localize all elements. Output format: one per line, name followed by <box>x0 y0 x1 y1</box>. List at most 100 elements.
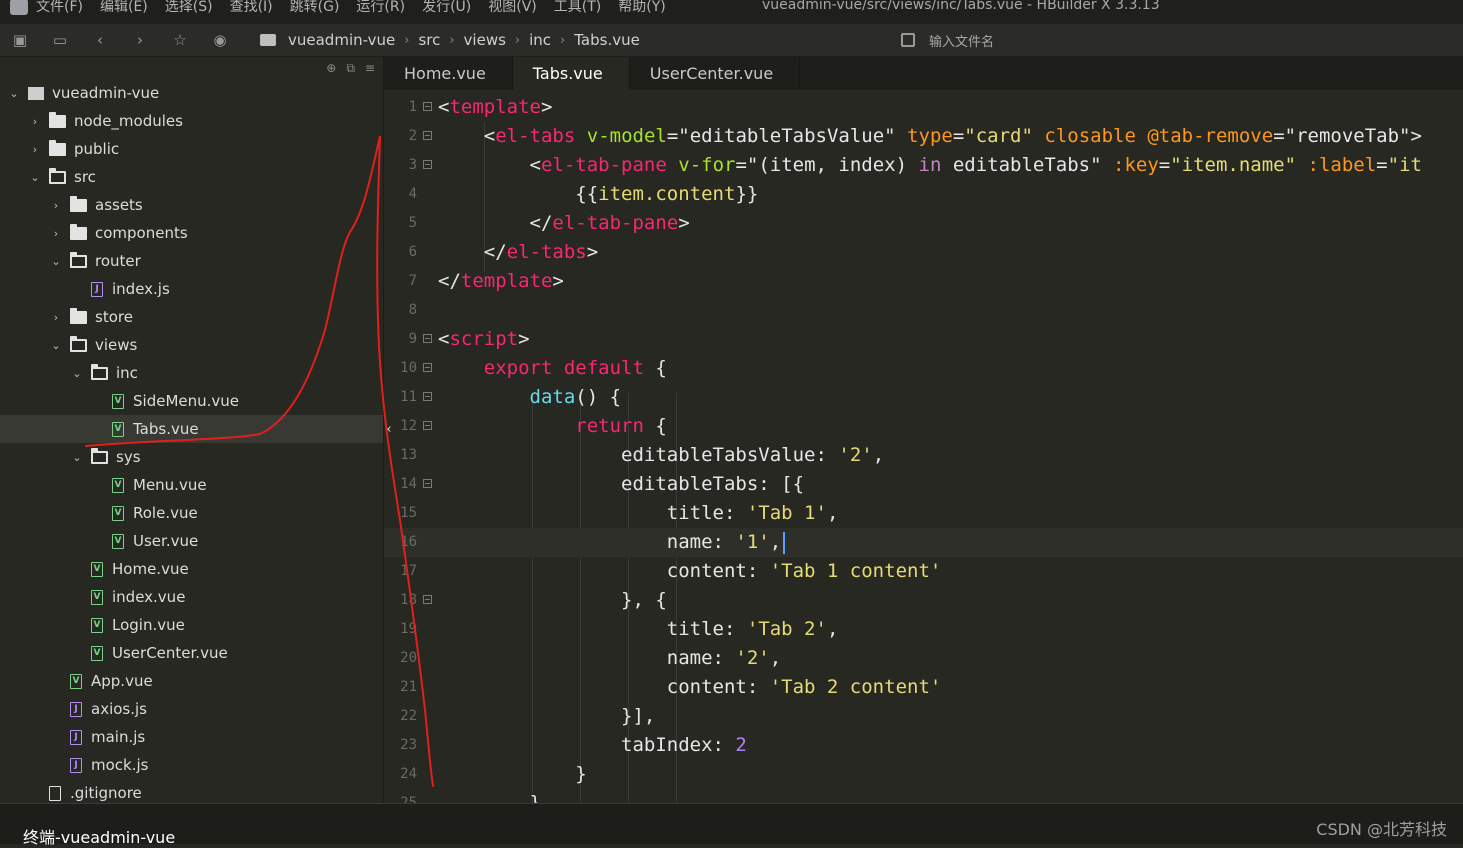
menu-item[interactable]: 帮助(Y) <box>618 0 665 16</box>
breadcrumb-item[interactable]: Tabs.vue <box>574 31 640 49</box>
terminal-tab[interactable]: 终端-vueadmin-vue <box>23 824 175 848</box>
file-search-input[interactable]: 输入文件名 <box>895 28 1463 52</box>
breadcrumb-item[interactable]: src <box>418 31 440 49</box>
code-line[interactable]: 10 export default { <box>384 354 1463 383</box>
code-line[interactable]: 21 content: 'Tab 2 content' <box>384 673 1463 702</box>
chevron-right-icon[interactable]: › <box>50 199 62 212</box>
fold-toggle-icon[interactable] <box>423 102 432 111</box>
code-line[interactable]: 24 } <box>384 760 1463 789</box>
tree-item[interactable]: ›Jindex.js <box>0 275 383 303</box>
tree-item[interactable]: ›VApp.vue <box>0 667 383 695</box>
tree-item[interactable]: › public <box>0 135 383 163</box>
locate-icon[interactable]: ⊕ <box>326 61 336 76</box>
chevron-down-icon[interactable]: ⌄ <box>71 451 83 464</box>
back-icon[interactable]: ‹ <box>91 31 109 49</box>
menu-item[interactable]: 查找(I) <box>230 0 273 16</box>
chevron-right-icon[interactable]: › <box>29 115 41 128</box>
editor-tab[interactable]: Tabs.vue <box>512 57 630 90</box>
tree-item[interactable]: ⌄ sys <box>0 443 383 471</box>
tree-item[interactable]: ›VHome.vue <box>0 555 383 583</box>
breadcrumb-item[interactable]: vueadmin-vue <box>288 31 395 49</box>
code-line[interactable]: 8 <box>384 296 1463 325</box>
code-line[interactable]: 11 data() { <box>384 383 1463 412</box>
code-line[interactable]: 12 return { <box>384 412 1463 441</box>
tree-item[interactable]: › store <box>0 303 383 331</box>
code-line[interactable]: 5 </el-tab-pane> <box>384 209 1463 238</box>
breadcrumb-item[interactable]: views <box>464 31 506 49</box>
code-line[interactable]: 19 title: 'Tab 2', <box>384 615 1463 644</box>
code-line[interactable]: 18 }, { <box>384 586 1463 615</box>
code-line[interactable]: 4 {{item.content}} <box>384 180 1463 209</box>
tree-item[interactable]: ›VLogin.vue <box>0 611 383 639</box>
code-line[interactable]: 1 <template> <box>384 93 1463 122</box>
fold-toggle-icon[interactable] <box>423 392 432 401</box>
tree-item[interactable]: ›Vindex.vue <box>0 583 383 611</box>
code-line[interactable]: 14 editableTabs: [{ <box>384 470 1463 499</box>
code-line[interactable]: 6 </el-tabs> <box>384 238 1463 267</box>
chevron-down-icon[interactable]: ⌄ <box>29 171 41 184</box>
save-icon[interactable]: ▭ <box>51 31 69 49</box>
code-line[interactable]: 20 name: '2', <box>384 644 1463 673</box>
code-line[interactable]: 13 editableTabsValue: '2', <box>384 441 1463 470</box>
menu-item[interactable]: 编辑(E) <box>100 0 148 16</box>
code-line[interactable]: 3 <el-tab-pane v-for="(item, index) in e… <box>384 151 1463 180</box>
tree-item[interactable]: ⌄ inc <box>0 359 383 387</box>
forward-icon[interactable]: › <box>131 31 149 49</box>
chevron-right-icon[interactable]: › <box>50 227 62 240</box>
code-line[interactable]: 25 }, <box>384 789 1463 803</box>
tree-item[interactable]: › node_modules <box>0 107 383 135</box>
menu-item[interactable]: 文件(F) <box>36 0 83 16</box>
tree-item[interactable]: ›VSideMenu.vue <box>0 387 383 415</box>
fold-toggle-icon[interactable] <box>423 595 432 604</box>
code-editor[interactable]: 1 <template> 2 <el-tabs v-model="editableT… <box>384 93 1463 803</box>
tree-item[interactable]: ›Jaxios.js <box>0 695 383 723</box>
code-line[interactable]: 9 <script> <box>384 325 1463 354</box>
code-line[interactable]: 23 tabIndex: 2 <box>384 731 1463 760</box>
menu-item[interactable]: 工具(T) <box>554 0 601 16</box>
tree-item[interactable]: ›VRole.vue <box>0 499 383 527</box>
editor-tab[interactable]: Home.vue <box>384 57 513 90</box>
star-icon[interactable]: ☆ <box>171 31 189 49</box>
menu-item[interactable]: 跳转(G) <box>290 0 340 16</box>
menu-item[interactable]: 选择(S) <box>165 0 213 16</box>
chevron-down-icon[interactable]: ⌄ <box>50 255 62 268</box>
fold-toggle-icon[interactable] <box>423 131 432 140</box>
tree-item[interactable]: ⌄ src <box>0 163 383 191</box>
save-all-icon[interactable]: ▣ <box>11 31 29 49</box>
fold-toggle-icon[interactable] <box>423 421 432 430</box>
tree-item[interactable]: ›Jmain.js <box>0 723 383 751</box>
menu-item[interactable]: 运行(R) <box>356 0 405 16</box>
code-line[interactable]: 7 </template> <box>384 267 1463 296</box>
code-line[interactable]: 15 title: 'Tab 1', <box>384 499 1463 528</box>
menu-icon[interactable]: ≡ <box>365 61 375 76</box>
code-line[interactable]: 16 name: '1', <box>384 528 1463 557</box>
tree-item[interactable]: ›VUser.vue <box>0 527 383 555</box>
fold-toggle-icon[interactable] <box>423 363 432 372</box>
chevron-down-icon[interactable]: ⌄ <box>71 367 83 380</box>
tree-item[interactable]: ⌄ views <box>0 331 383 359</box>
tree-item[interactable]: ⌄ router <box>0 247 383 275</box>
chevron-right-icon[interactable]: › <box>50 311 62 324</box>
tree-item[interactable]: › components <box>0 219 383 247</box>
chevron-down-icon[interactable]: ⌄ <box>50 339 62 352</box>
fold-toggle-icon[interactable] <box>423 334 432 343</box>
run-icon[interactable]: ◉ <box>211 31 229 49</box>
editor-tab[interactable]: UserCenter.vue <box>630 57 801 90</box>
menu-item[interactable]: 视图(V) <box>488 0 537 16</box>
tree-item[interactable]: › assets <box>0 191 383 219</box>
tree-item[interactable]: ›VTabs.vue <box>0 415 383 443</box>
menu-item[interactable]: 发行(U) <box>422 0 471 16</box>
code-line[interactable]: 17 content: 'Tab 1 content' <box>384 557 1463 586</box>
chevron-right-icon[interactable]: › <box>29 143 41 156</box>
collapse-all-icon[interactable]: ⧉ <box>346 61 355 76</box>
tree-item[interactable]: ⌄ vueadmin-vue <box>0 79 383 107</box>
tree-item[interactable]: ›Jmock.js <box>0 751 383 779</box>
tree-item[interactable]: ›.gitignore <box>0 779 383 803</box>
breadcrumb-item[interactable]: inc <box>529 31 551 49</box>
fold-toggle-icon[interactable] <box>423 479 432 488</box>
chevron-down-icon[interactable]: ⌄ <box>8 87 20 100</box>
tree-item[interactable]: ›VMenu.vue <box>0 471 383 499</box>
fold-toggle-icon[interactable] <box>423 160 432 169</box>
code-line[interactable]: 2 <el-tabs v-model="editableTabsValue" t… <box>384 122 1463 151</box>
code-line[interactable]: 22 }], <box>384 702 1463 731</box>
